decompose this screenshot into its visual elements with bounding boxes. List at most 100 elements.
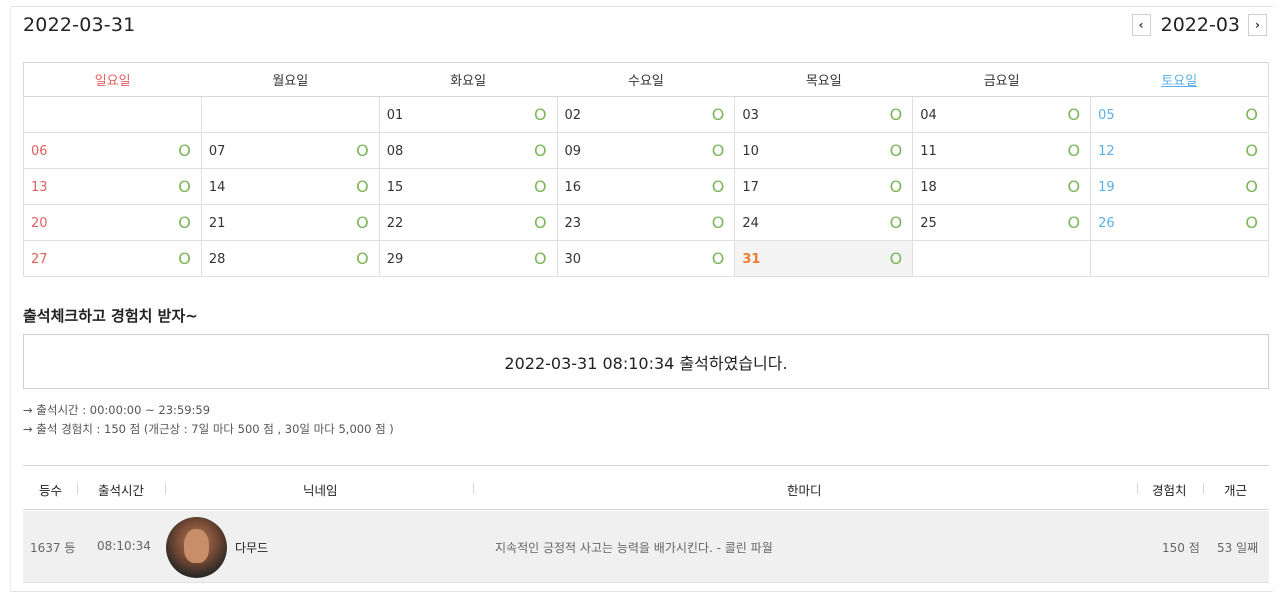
calendar-day-28[interactable]: 28 O <box>200 240 380 277</box>
attendance-mark-icon: O <box>889 249 903 268</box>
column-time: 출석시간 <box>98 483 145 498</box>
day-number: 04 <box>920 108 937 123</box>
weekday-thursday: 목요일 <box>734 62 913 97</box>
calendar-day-06[interactable]: 06 O <box>23 132 202 169</box>
calendar-day-15[interactable]: 15 O <box>378 168 558 205</box>
day-number: 03 <box>742 108 759 123</box>
calendar-body: 01 O 02 O 03 O 04 O 05 O 06 O 07 O 08 O 09 O 10 O 11 O 12 O 13 O 1… <box>23 96 1269 277</box>
attendance-mark-icon: O <box>178 177 191 196</box>
avatar[interactable] <box>166 517 227 578</box>
weekday-saturday: 토요일 <box>1090 62 1269 97</box>
attendance-time-info: → 출석시간 : 00:00:00 ~ 23:59:59 <box>23 403 211 417</box>
day-number: 26 <box>1098 216 1115 231</box>
attendance-message-text: 2022-03-31 08:10:34 출석하였습니다. <box>504 353 788 373</box>
attendance-mark-icon: O <box>711 141 725 160</box>
attendance-mark-icon: O <box>1245 105 1258 124</box>
calendar-day-24[interactable]: 24 O <box>734 204 914 241</box>
attendance-mark-icon: O <box>178 141 191 160</box>
attendance-mark-icon: O <box>533 105 547 124</box>
calendar-day-17[interactable]: 17 O <box>734 168 914 205</box>
day-number: 02 <box>564 108 582 123</box>
day-number: 08 <box>386 144 404 159</box>
column-exp: 경험치 <box>1152 483 1187 498</box>
calendar-day-20[interactable]: 20 O <box>23 204 202 241</box>
calendar-week-row: 06 O 07 O 08 O 09 O 10 O 11 O 12 O <box>23 132 1269 169</box>
calendar-week-row: 20 O 21 O 22 O 23 O 24 O 25 O 26 O <box>23 204 1269 241</box>
left-border <box>10 6 11 592</box>
day-number: 24 <box>742 216 759 231</box>
calendar-day-29[interactable]: 29 O <box>378 240 558 277</box>
calendar-empty-cell <box>23 96 202 133</box>
weekday-tuesday: 화요일 <box>379 62 558 97</box>
calendar-day-12[interactable]: 12 O <box>1090 132 1269 169</box>
column-divider <box>77 483 78 494</box>
calendar-day-14[interactable]: 14 O <box>200 168 380 205</box>
calendar-day-08[interactable]: 08 O <box>378 132 558 169</box>
day-number: 07 <box>208 144 226 159</box>
calendar-day-16[interactable]: 16 O <box>556 168 736 205</box>
calendar-day-10[interactable]: 10 O <box>734 132 914 169</box>
calendar-day-25[interactable]: 25 O <box>912 204 1092 241</box>
attendance-mark-icon: O <box>1067 213 1081 232</box>
attendance-mark-icon: O <box>1245 177 1258 196</box>
prev-month-button[interactable]: ‹ <box>1131 14 1151 36</box>
row-rank: 1637 등 <box>30 541 76 555</box>
avatar-face <box>184 529 209 563</box>
attendance-mark-icon: O <box>1245 213 1258 232</box>
day-number: 15 <box>386 180 404 195</box>
calendar-day-09[interactable]: 09 O <box>556 132 736 169</box>
calendar-day-21[interactable]: 21 O <box>200 204 380 241</box>
calendar-day-27[interactable]: 27 O <box>23 240 202 277</box>
day-number: 23 <box>564 216 582 231</box>
attendance-mark-icon: O <box>889 213 903 232</box>
day-number: 27 <box>31 252 48 267</box>
attendance-mark-icon: O <box>1245 141 1258 160</box>
current-date: 2022-03-31 <box>23 14 136 36</box>
day-number: 31 <box>742 252 761 267</box>
calendar-day-19[interactable]: 19 O <box>1090 168 1269 205</box>
calendar-day-07[interactable]: 07 O <box>200 132 380 169</box>
calendar-day-26[interactable]: 26 O <box>1090 204 1269 241</box>
calendar-day-05[interactable]: 05 O <box>1090 96 1269 133</box>
calendar-day-31[interactable]: 31 O <box>734 240 914 277</box>
top-border <box>10 6 1273 7</box>
attendance-mark-icon: O <box>533 177 547 196</box>
attendance-calendar: 일요일 월요일 화요일 수요일 목요일 금요일 토요일 01 O 02 O 03 O 04 O… <box>23 62 1269 277</box>
calendar-day-30[interactable]: 30 O <box>556 240 736 277</box>
calendar-empty-cell <box>1090 240 1269 277</box>
calendar-day-02[interactable]: 02 O <box>556 96 736 133</box>
chevron-left-icon: ‹ <box>1138 18 1144 32</box>
attendance-mark-icon: O <box>889 177 903 196</box>
calendar-day-23[interactable]: 23 O <box>556 204 736 241</box>
calendar-day-22[interactable]: 22 O <box>378 204 558 241</box>
column-nickname: 닉네임 <box>303 483 338 498</box>
day-number: 05 <box>1098 108 1115 123</box>
day-number: 21 <box>208 216 226 231</box>
calendar-day-13[interactable]: 13 O <box>23 168 202 205</box>
column-rank: 등수 <box>39 483 63 498</box>
calendar-day-18[interactable]: 18 O <box>912 168 1092 205</box>
day-number: 19 <box>1098 180 1115 195</box>
calendar-day-04[interactable]: 04 O <box>912 96 1092 133</box>
month-navigation: ‹ 2022-03 › <box>1131 14 1267 36</box>
chevron-right-icon: › <box>1255 18 1260 32</box>
calendar-week-row: 27 O 28 O 29 O 30 O 31 O <box>23 240 1269 277</box>
row-nickname[interactable]: 다무드 <box>235 539 268 556</box>
column-divider <box>1137 483 1138 494</box>
calendar-week-row: 13 O 14 O 15 O 16 O 17 O 18 O 19 O <box>23 168 1269 205</box>
row-comment: 지속적인 긍정적 사고는 능력을 배가시킨다. - 콜린 파월 <box>495 541 773 555</box>
calendar-day-11[interactable]: 11 O <box>912 132 1092 169</box>
column-divider <box>165 483 166 494</box>
day-number: 16 <box>564 180 582 195</box>
calendar-day-03[interactable]: 03 O <box>734 96 914 133</box>
attendance-mark-icon: O <box>533 141 547 160</box>
attendance-mark-icon: O <box>356 141 369 160</box>
day-number: 10 <box>742 144 759 159</box>
day-number: 06 <box>31 144 48 159</box>
attendance-mark-icon: O <box>889 141 903 160</box>
day-number: 13 <box>31 180 48 195</box>
calendar-day-01[interactable]: 01 O <box>378 96 558 133</box>
next-month-button[interactable]: › <box>1248 14 1267 36</box>
attendance-mark-icon: O <box>533 249 547 268</box>
section-title: 출석체크하고 경험치 받자~ <box>23 307 198 325</box>
